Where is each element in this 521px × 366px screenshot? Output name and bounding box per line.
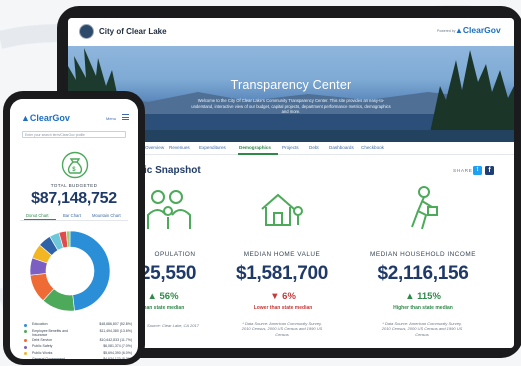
- section-title: ic Snapshot: [144, 165, 201, 176]
- tab-revenues[interactable]: Revenues: [169, 145, 190, 150]
- income-change: ▲ 115%: [405, 291, 441, 302]
- home-value-comparison: Lower than state median: [253, 305, 313, 311]
- house-icon: [261, 193, 303, 226]
- hero-title: Transparency Center: [230, 78, 352, 92]
- powered-by-label: Powered by: [437, 29, 456, 33]
- tab-overview[interactable]: Overview: [145, 145, 164, 150]
- top-bar: City of Clear Lake Powered by ▲ClearGov: [68, 18, 514, 47]
- search-input[interactable]: Enter your search term/ClearGov profile: [22, 131, 126, 138]
- donut-slice-0[interactable]: [69, 230, 111, 312]
- income-source: * Data Source: American Community Survey…: [381, 321, 463, 337]
- menu-label[interactable]: Menu: [106, 116, 116, 121]
- legend-value: $10,642,833 (11.7%): [99, 337, 132, 342]
- home-value-source: * Data Source: American Community Survey…: [241, 321, 323, 337]
- legend-label: Employee Benefits and Insurance: [32, 328, 68, 337]
- tab-divider: [20, 220, 128, 221]
- family-icon: [147, 190, 191, 229]
- legend-value: $6,081,374 (7.0%): [103, 344, 132, 348]
- population-change: ▲ 56%: [147, 291, 179, 302]
- tab-debt[interactable]: Debt: [309, 145, 319, 150]
- legend-label: Education: [32, 322, 48, 326]
- legend-swatch: [24, 323, 28, 327]
- legend-label: General Government: [32, 357, 65, 359]
- twitter-icon[interactable]: t: [473, 166, 482, 175]
- city-name[interactable]: City of Clear Lake: [99, 27, 167, 36]
- legend-swatch: [24, 330, 28, 334]
- hero-description: Welcome to the City Of Clear Lake's Comm…: [191, 98, 391, 115]
- arrow-up-icon: ▲: [405, 291, 415, 302]
- total-budgeted-label: TOTAL BUDGETED: [50, 183, 98, 188]
- home-value-change: ▼ 6%: [270, 291, 296, 302]
- tab-projects[interactable]: Projects: [282, 145, 299, 150]
- worker-icon: [411, 186, 438, 230]
- legend-value: $4,634,170 (5.3%): [103, 357, 132, 359]
- arrow-up-icon: ▲: [147, 291, 157, 302]
- cleargov-mark-icon: ▲: [21, 113, 30, 123]
- home-value-value: $1,581,700: [235, 263, 329, 284]
- legend-swatch: [24, 358, 28, 359]
- tab-expenditures[interactable]: Expenditures: [199, 145, 226, 150]
- phone-screen: ▲ClearGov Menu Enter your search term/Cl…: [10, 99, 138, 359]
- legend-label: Public Works: [32, 350, 53, 355]
- svg-text:$: $: [72, 167, 76, 173]
- budget-donut-chart[interactable]: [26, 227, 114, 315]
- legend-swatch: [24, 345, 28, 349]
- legend-label: Debt Service: [32, 337, 53, 342]
- hamburger-menu-icon[interactable]: [122, 114, 129, 120]
- legend-swatch: [24, 352, 28, 356]
- tab-bar-chart[interactable]: Bar Chart: [63, 213, 81, 218]
- cleargov-logo[interactable]: ▲ClearGov: [21, 113, 70, 123]
- arrow-down-icon: ▼: [270, 291, 280, 302]
- legend-value: $5,694,390 (6.0%): [103, 350, 132, 355]
- phone-header: ▲ClearGov Menu: [10, 99, 138, 129]
- income-value: $2,116,156: [377, 263, 469, 284]
- cleargov-logo[interactable]: ▲ClearGov: [455, 25, 501, 35]
- tab-dashboards[interactable]: Dashboards: [329, 145, 354, 150]
- tab-donut-chart[interactable]: Donut Chart: [26, 213, 49, 218]
- tab-mountain-chart[interactable]: Mountain Chart: [92, 213, 121, 218]
- active-tab-indicator: [24, 219, 56, 220]
- legend-value: $11,494,380 (13.6%): [99, 328, 132, 333]
- income-comparison: Higher than state median: [393, 305, 453, 311]
- cleargov-mark-icon: ▲: [455, 26, 463, 35]
- tab-checkbook[interactable]: Checkbook: [361, 145, 384, 150]
- legend-item[interactable]: Employee Benefits and Insurance $11,494,3…: [24, 328, 132, 337]
- phone-device: ▲ClearGov Menu Enter your search term/Cl…: [3, 91, 145, 365]
- total-budgeted-value: $87,148,752: [31, 190, 117, 207]
- income-label: MEDIAN HOUSEHOLD INCOME: [370, 251, 476, 258]
- home-value-label: MEDIAN HOME VALUE: [243, 251, 321, 258]
- facebook-icon[interactable]: f: [485, 166, 494, 175]
- legend-value: $48,686,807 (52.8%): [99, 322, 132, 326]
- legend-item[interactable]: General Government $4,634,170 (5.3%): [24, 357, 132, 359]
- city-seal-icon[interactable]: [79, 24, 94, 39]
- legend-label: Public Safety: [32, 344, 53, 348]
- money-bag-icon: $: [61, 151, 89, 179]
- tab-demographics[interactable]: Demographics: [239, 145, 271, 150]
- share-label: SHARE: [453, 169, 473, 174]
- legend-swatch: [24, 339, 28, 343]
